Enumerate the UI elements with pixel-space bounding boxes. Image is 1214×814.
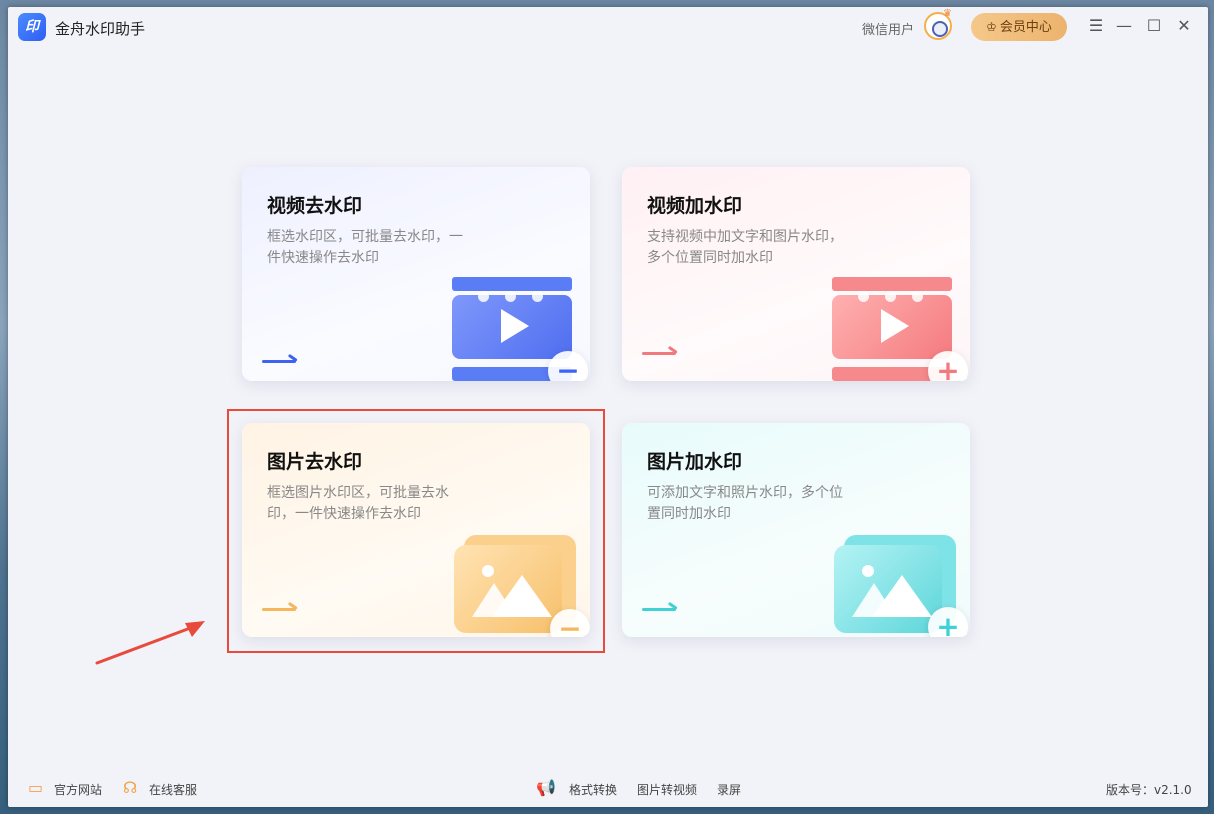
maximize-icon[interactable]: ☐	[1144, 16, 1164, 36]
plus-icon: +	[928, 351, 968, 381]
crown-outline-icon: ♔	[986, 20, 997, 34]
user-avatar[interactable]: ♛	[924, 8, 952, 40]
card-title: 图片加水印	[647, 451, 743, 473]
app-window: 印 金舟水印助手 微信用户 ♛ ♔ 会员中心 ☰ — ☐ ✕ 视频去水印 框选水印…	[8, 7, 1208, 807]
highlight-box	[227, 409, 605, 653]
video-add-watermark-card[interactable]: 视频加水印 支持视频中加文字和图片水印，多个位置同时加水印 +	[622, 167, 970, 381]
annotation-arrow-icon	[95, 621, 205, 665]
card-description: 可添加文字和照片水印，多个位置同时加水印	[647, 485, 843, 522]
card-title: 视频加水印	[647, 195, 743, 217]
member-center-button[interactable]: ♔ 会员中心	[971, 13, 1067, 41]
monitor-icon: ▭	[28, 778, 44, 797]
member-center-label: 会员中心	[999, 20, 1052, 35]
close-icon[interactable]: ✕	[1174, 16, 1194, 36]
video-remove-watermark-card[interactable]: 视频去水印 框选水印区，可批量去水印，一件快速操作去水印 −	[242, 167, 590, 381]
headset-icon: ☊	[123, 778, 138, 797]
card-description: 框选水印区，可批量去水印，一件快速操作去水印	[267, 229, 463, 266]
title-bar: 印 金舟水印助手 微信用户 ♛ ♔ 会员中心 ☰ — ☐ ✕	[8, 7, 1208, 51]
crown-icon: ♛	[943, 8, 952, 19]
image-add-watermark-card[interactable]: 图片加水印 可添加文字和照片水印，多个位置同时加水印 +	[622, 423, 970, 637]
arrow-right-icon	[642, 601, 678, 611]
menu-icon[interactable]: ☰	[1086, 16, 1106, 36]
minimize-icon[interactable]: —	[1114, 16, 1134, 36]
panda-avatar-icon	[932, 21, 948, 37]
card-description: 支持视频中加文字和图片水印，多个位置同时加水印	[647, 229, 843, 266]
screen-record-link[interactable]: 录屏	[717, 781, 741, 798]
minus-icon: −	[548, 351, 588, 381]
plus-icon: +	[928, 607, 968, 637]
official-site-link[interactable]: 官方网站	[54, 781, 102, 798]
app-title: 金舟水印助手	[55, 20, 146, 38]
arrow-right-icon	[642, 345, 678, 355]
format-convert-link[interactable]: 格式转换	[569, 781, 617, 798]
online-service-link[interactable]: 在线客服	[149, 781, 197, 798]
footer-bar: ▭ 官方网站 ☊ 在线客服 📢 格式转换 图片转视频 录屏 版本号：v2.1.0	[8, 767, 1208, 807]
image-to-video-link[interactable]: 图片转视频	[637, 781, 697, 798]
app-logo-icon: 印	[18, 13, 46, 41]
arrow-right-icon	[262, 353, 298, 363]
version-label: 版本号：v2.1.0	[1106, 783, 1192, 797]
megaphone-icon: 📢	[536, 778, 556, 797]
user-name[interactable]: 微信用户	[862, 19, 914, 38]
card-title: 视频去水印	[267, 195, 363, 217]
